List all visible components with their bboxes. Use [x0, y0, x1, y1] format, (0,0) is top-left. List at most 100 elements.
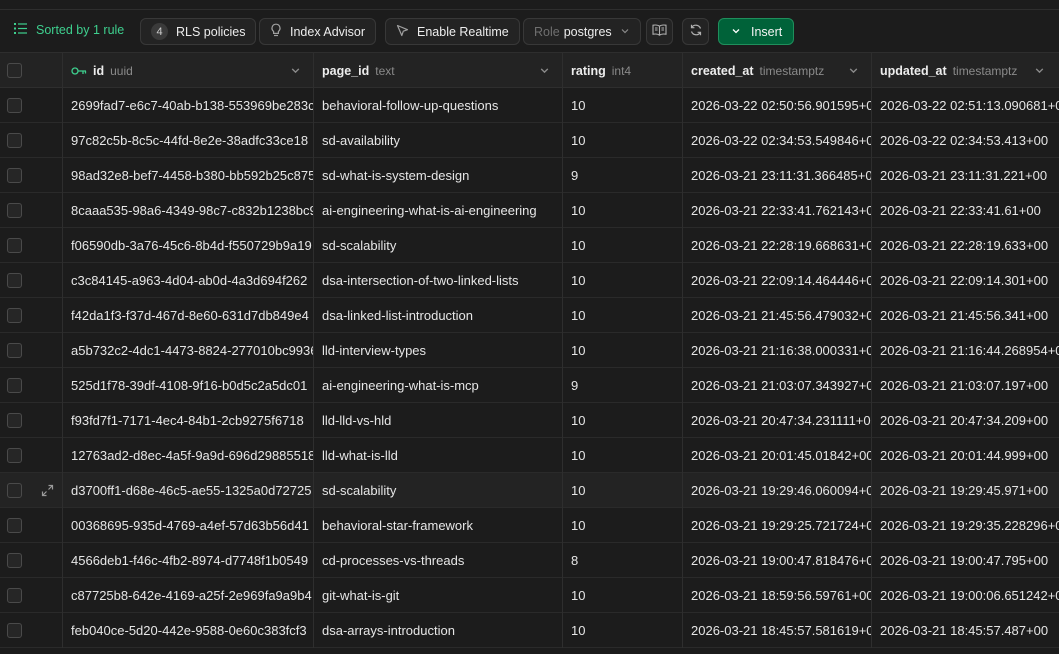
page-id-cell[interactable]: sd-scalability — [314, 228, 563, 263]
rating-cell[interactable]: 10 — [563, 613, 683, 648]
row-checkbox[interactable] — [7, 343, 22, 358]
id-cell[interactable]: c3c84145-a963-4d04-ab0d-4a3d694f262 — [63, 263, 314, 298]
page-id-cell[interactable]: lld-interview-types — [314, 333, 563, 368]
page-id-cell[interactable]: dsa-arrays-introduction — [314, 613, 563, 648]
created-at-cell[interactable]: 2026-03-21 18:59:56.59761+00 — [683, 578, 872, 613]
updated-at-cell[interactable]: 2026-03-21 20:47:34.209+00 — [872, 403, 1059, 438]
created-at-cell[interactable]: 2026-03-21 20:01:45.01842+00 — [683, 438, 872, 473]
column-header-updated-at[interactable]: updated_at timestamptz — [872, 53, 1059, 88]
created-at-cell[interactable]: 2026-03-21 19:29:46.060094+00 — [683, 473, 872, 508]
table-row[interactable]: feb040ce-5d20-442e-9588-0e60c383fcf3 dsa-… — [0, 613, 1059, 648]
table-row[interactable]: a5b732c2-4dc1-4473-8824-277010bc9936 lld-… — [0, 333, 1059, 368]
table-row[interactable]: 4566deb1-f46c-4fb2-8974-d7748f1b0549 cd-p… — [0, 543, 1059, 578]
table-row[interactable]: d3700ff1-d68e-46c5-ae55-1325a0d72725 sd-s… — [0, 473, 1059, 508]
rating-cell[interactable]: 10 — [563, 123, 683, 158]
table-row[interactable]: c87725b8-642e-4169-a25f-2e969fa9a9b4 git-… — [0, 578, 1059, 613]
row-checkbox[interactable] — [7, 518, 22, 533]
created-at-cell[interactable]: 2026-03-21 23:11:31.366485+00 — [683, 158, 872, 193]
table-row[interactable]: f42da1f3-f37d-467d-8e60-631d7db849e4 dsa-… — [0, 298, 1059, 333]
table-row[interactable]: 97c82c5b-8c5c-44fd-8e2e-38adfc33ce18 sd-a… — [0, 123, 1059, 158]
page-id-cell[interactable]: lld-lld-vs-hld — [314, 403, 563, 438]
table-row[interactable]: 00368695-935d-4769-a4ef-57d63b56d41 behav… — [0, 508, 1059, 543]
row-checkbox[interactable] — [7, 483, 22, 498]
page-id-cell[interactable]: behavioral-follow-up-questions — [314, 88, 563, 123]
rating-cell[interactable]: 10 — [563, 438, 683, 473]
updated-at-cell[interactable]: 2026-03-21 19:00:06.651242+00 — [872, 578, 1059, 613]
table-row[interactable]: 12763ad2-d8ec-4a5f-9a9d-696d29885518 lld-… — [0, 438, 1059, 473]
insert-button[interactable]: Insert — [718, 18, 794, 45]
page-id-cell[interactable]: sd-availability — [314, 123, 563, 158]
rating-cell[interactable]: 10 — [563, 193, 683, 228]
updated-at-cell[interactable]: 2026-03-21 22:09:14.301+00 — [872, 263, 1059, 298]
row-checkbox[interactable] — [7, 308, 22, 323]
column-header-rating[interactable]: rating int4 — [563, 53, 683, 88]
id-cell[interactable]: 98ad32e8-bef7-4458-b380-bb592b25c875 — [63, 158, 314, 193]
updated-at-cell[interactable]: 2026-03-21 19:00:47.795+00 — [872, 543, 1059, 578]
column-header-id[interactable]: id uuid — [63, 53, 314, 88]
updated-at-cell[interactable]: 2026-03-21 19:29:35.228296+00 — [872, 508, 1059, 543]
created-at-cell[interactable]: 2026-03-21 22:09:14.464446+00 — [683, 263, 872, 298]
updated-at-cell[interactable]: 2026-03-21 21:45:56.341+00 — [872, 298, 1059, 333]
refresh-button[interactable] — [682, 18, 709, 45]
page-id-cell[interactable]: ai-engineering-what-is-mcp — [314, 368, 563, 403]
id-cell[interactable]: a5b732c2-4dc1-4473-8824-277010bc9936 — [63, 333, 314, 368]
id-cell[interactable]: 00368695-935d-4769-a4ef-57d63b56d41 — [63, 508, 314, 543]
rating-cell[interactable]: 9 — [563, 368, 683, 403]
expand-row-icon[interactable] — [41, 484, 54, 497]
id-cell[interactable]: c87725b8-642e-4169-a25f-2e969fa9a9b4 — [63, 578, 314, 613]
docs-button[interactable] — [646, 18, 673, 45]
rating-cell[interactable]: 10 — [563, 333, 683, 368]
id-cell[interactable]: 8caaa535-98a6-4349-98c7-c832b1238bc9 — [63, 193, 314, 228]
column-header-page-id[interactable]: page_id text — [314, 53, 563, 88]
row-checkbox[interactable] — [7, 98, 22, 113]
id-cell[interactable]: f42da1f3-f37d-467d-8e60-631d7db849e4 — [63, 298, 314, 333]
table-row[interactable]: f93fd7f1-7171-4ec4-84b1-2cb9275f6718 lld-… — [0, 403, 1059, 438]
id-cell[interactable]: f93fd7f1-7171-4ec4-84b1-2cb9275f6718 — [63, 403, 314, 438]
rating-cell[interactable]: 10 — [563, 403, 683, 438]
page-id-cell[interactable]: sd-scalability — [314, 473, 563, 508]
rating-cell[interactable]: 10 — [563, 473, 683, 508]
rating-cell[interactable]: 10 — [563, 228, 683, 263]
row-checkbox[interactable] — [7, 553, 22, 568]
page-id-cell[interactable]: ai-engineering-what-is-ai-engineering — [314, 193, 563, 228]
created-at-cell[interactable]: 2026-03-21 22:33:41.762143+00 — [683, 193, 872, 228]
updated-at-cell[interactable]: 2026-03-22 02:34:53.413+00 — [872, 123, 1059, 158]
id-cell[interactable]: 12763ad2-d8ec-4a5f-9a9d-696d29885518 — [63, 438, 314, 473]
table-row[interactable]: f06590db-3a76-45c6-8b4d-f550729b9a19 sd-s… — [0, 228, 1059, 263]
row-checkbox[interactable] — [7, 623, 22, 638]
row-checkbox[interactable] — [7, 168, 22, 183]
table-row[interactable]: 8caaa535-98a6-4349-98c7-c832b1238bc9 ai-e… — [0, 193, 1059, 228]
updated-at-cell[interactable]: 2026-03-21 23:11:31.221+00 — [872, 158, 1059, 193]
row-checkbox[interactable] — [7, 133, 22, 148]
created-at-cell[interactable]: 2026-03-22 02:50:56.901595+00 — [683, 88, 872, 123]
id-cell[interactable]: f06590db-3a76-45c6-8b4d-f550729b9a19 — [63, 228, 314, 263]
sort-rules-button[interactable]: Sorted by 1 rule — [14, 23, 124, 37]
chevron-down-icon[interactable] — [848, 64, 859, 79]
rls-policies-button[interactable]: 4 RLS policies — [140, 18, 257, 45]
chevron-down-icon[interactable] — [1034, 64, 1045, 79]
row-checkbox[interactable] — [7, 413, 22, 428]
created-at-cell[interactable]: 2026-03-21 21:45:56.479032+00 — [683, 298, 872, 333]
id-cell[interactable]: 525d1f78-39df-4108-9f16-b0d5c2a5dc01 — [63, 368, 314, 403]
column-header-created-at[interactable]: created_at timestamptz — [683, 53, 872, 88]
chevron-down-icon[interactable] — [290, 64, 301, 79]
created-at-cell[interactable]: 2026-03-21 19:29:25.721724+00 — [683, 508, 872, 543]
rating-cell[interactable]: 8 — [563, 543, 683, 578]
rating-cell[interactable]: 10 — [563, 508, 683, 543]
page-id-cell[interactable]: git-what-is-git — [314, 578, 563, 613]
row-checkbox[interactable] — [7, 203, 22, 218]
select-all-checkbox[interactable] — [7, 63, 22, 78]
page-id-cell[interactable]: cd-processes-vs-threads — [314, 543, 563, 578]
id-cell[interactable]: feb040ce-5d20-442e-9588-0e60c383fcf3 — [63, 613, 314, 648]
table-row[interactable]: 2699fad7-e6c7-40ab-b138-553969be283c beha… — [0, 88, 1059, 123]
updated-at-cell[interactable]: 2026-03-21 21:03:07.197+00 — [872, 368, 1059, 403]
table-row[interactable]: 98ad32e8-bef7-4458-b380-bb592b25c875 sd-w… — [0, 158, 1059, 193]
rating-cell[interactable]: 10 — [563, 88, 683, 123]
index-advisor-button[interactable]: Index Advisor — [259, 18, 377, 45]
rating-cell[interactable]: 9 — [563, 158, 683, 193]
updated-at-cell[interactable]: 2026-03-21 19:29:45.971+00 — [872, 473, 1059, 508]
rating-cell[interactable]: 10 — [563, 578, 683, 613]
id-cell[interactable]: 2699fad7-e6c7-40ab-b138-553969be283c — [63, 88, 314, 123]
created-at-cell[interactable]: 2026-03-21 19:00:47.818476+00 — [683, 543, 872, 578]
table-row[interactable]: 525d1f78-39df-4108-9f16-b0d5c2a5dc01 ai-e… — [0, 368, 1059, 403]
